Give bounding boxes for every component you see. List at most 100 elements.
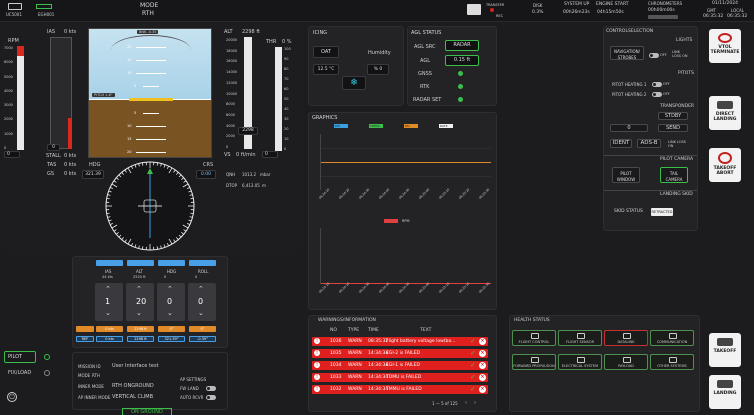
- close-icon[interactable]: ×: [479, 374, 486, 381]
- landing-button[interactable]: LANDING: [709, 375, 741, 409]
- legend-label: PSI: [405, 124, 410, 128]
- humidity-label: Humidity: [368, 50, 391, 56]
- date-value: 01/11/2024: [712, 1, 738, 6]
- tail-camera-button[interactable]: TAIL CAMERA: [660, 167, 688, 183]
- close-icon[interactable]: ×: [479, 350, 486, 357]
- close-icon[interactable]: ×: [479, 362, 486, 369]
- tab-control[interactable]: CONTROL: [606, 29, 628, 34]
- direct-landing-button[interactable]: DIRECT LANDING: [709, 96, 741, 130]
- manual-ref-left: REF: [76, 336, 94, 342]
- system-up-label: SYSTEM UP: [564, 2, 590, 7]
- vtol-terminate-button[interactable]: VTOL TERMINATE: [709, 29, 741, 63]
- snowflake-icon[interactable]: ❄: [342, 76, 366, 90]
- pitch-line: [143, 86, 159, 87]
- warning-row[interactable]: ! 1036 WARN 08:35:32 Flight battery voltage …: [312, 337, 488, 346]
- check-icon[interactable]: ✓: [470, 373, 476, 381]
- chevron-down-icon[interactable]: ⌄: [198, 309, 204, 317]
- pitch-line: [143, 113, 159, 114]
- dtop-value: 6,413.05: [242, 183, 260, 188]
- pilot-window-button[interactable]: PILOT WINDOW: [612, 167, 640, 183]
- pitot2-toggle[interactable]: [652, 92, 662, 97]
- warnings-title: WARNINGS/INFORMATION: [318, 318, 376, 323]
- ias-value-box: 0: [47, 144, 60, 151]
- attitude-indicator: 20 15 10 5 5 10 15 20 BNK -0.35 PITCH 1.6°: [88, 28, 212, 158]
- pagination-next-icon[interactable]: ›: [474, 400, 476, 406]
- mission-mode-value: RTH: [92, 373, 100, 378]
- chevron-up-icon[interactable]: ⌃: [198, 285, 204, 293]
- manual-header-label: IAS: [105, 269, 112, 274]
- chevron-up-icon[interactable]: ⌃: [167, 285, 173, 293]
- squawk-input[interactable]: 0: [610, 124, 648, 132]
- chevron-up-icon[interactable]: ⌃: [105, 285, 111, 293]
- takeoff-button[interactable]: TAKEOFF: [709, 333, 741, 367]
- send-button[interactable]: SEND: [658, 124, 688, 132]
- health-item[interactable]: DATALINK: [604, 330, 648, 346]
- manual-stepper[interactable]: ⌃ 0 ⌄: [157, 283, 185, 321]
- chrono-controls[interactable]: [648, 15, 678, 19]
- compass-tick: [106, 197, 110, 200]
- stall-label: STALL: [46, 153, 61, 159]
- crs-value-box[interactable]: 0.00: [196, 170, 216, 179]
- manual-stepper[interactable]: ⌃ 0 ⌄: [188, 283, 216, 321]
- health-item[interactable]: PAYLOAD: [604, 354, 648, 370]
- on-ground-label: ON GROUND: [131, 409, 163, 415]
- ident-button[interactable]: IDENT: [610, 139, 632, 148]
- warning-row[interactable]: ! 1034 WARN 14:34:34 EGI-1 is FAILED ✓ ×: [312, 361, 488, 370]
- chevron-up-icon[interactable]: ⌃: [136, 285, 142, 293]
- health-item[interactable]: FLIGHT CONTROL: [512, 330, 556, 346]
- engine-start-value: 04h15m50s: [597, 10, 624, 15]
- auto-rcvr-toggle[interactable]: [206, 395, 216, 400]
- nav-strobes-button[interactable]: NAVIGATION/ STROBES: [610, 46, 644, 60]
- check-icon[interactable]: ✓: [470, 361, 476, 369]
- tas-value: 0 kts: [64, 162, 77, 168]
- manual-stepper[interactable]: ⌃ 20 ⌄: [126, 283, 154, 321]
- compass-tick: [156, 246, 159, 250]
- adsb-button[interactable]: ADS-B: [637, 139, 661, 148]
- close-icon[interactable]: ×: [479, 386, 486, 393]
- rec-indicator[interactable]: [490, 8, 494, 12]
- tab-selection[interactable]: SELECTION: [628, 29, 653, 34]
- tape-tick-label: 6000: [4, 60, 13, 65]
- chevron-down-icon[interactable]: ⌄: [167, 309, 173, 317]
- fw-land-toggle[interactable]: [206, 386, 216, 391]
- warning-row[interactable]: ! 1033 WARN 14:34:34 TDMU is FAILED ✓ ×: [312, 373, 488, 382]
- health-item[interactable]: ELECTRICAL SYSTEM: [558, 354, 602, 370]
- fixload-label[interactable]: FIX/LOAD: [8, 370, 31, 376]
- check-icon[interactable]: ✓: [470, 349, 476, 357]
- nav-strobes-toggle[interactable]: [649, 53, 659, 58]
- health-item-label: PAYLOAD: [618, 364, 634, 368]
- agl-src-label: AGL SRC: [414, 44, 436, 50]
- check-icon[interactable]: ✓: [470, 385, 476, 393]
- chevron-down-icon[interactable]: ⌄: [136, 309, 142, 317]
- pilot-mode-button[interactable]: PILOT: [4, 351, 36, 363]
- health-icon: [577, 357, 585, 363]
- stall-value: 0 kts: [64, 153, 77, 159]
- gmt-label: GMT: [707, 8, 716, 13]
- pitot1-toggle[interactable]: [652, 82, 662, 87]
- takeoff-abort-button[interactable]: TAKEOFF ABORT: [709, 148, 741, 182]
- tape-tick-label: 2000: [4, 117, 13, 122]
- agl-src-select[interactable]: RADAR: [445, 40, 479, 51]
- health-item[interactable]: FLIGHT SENSOR: [558, 330, 602, 346]
- ground: [89, 99, 211, 157]
- warning-type: WARN: [348, 363, 362, 368]
- warning-row[interactable]: ! 1032 WARN 14:34:34 TMMU is FAILED ✓ ×: [312, 385, 488, 394]
- stdby-label: STDBY: [664, 113, 682, 119]
- nav-strobes-label: NAVIGATION/ STROBES: [613, 49, 641, 60]
- manual-stepper[interactable]: ⌃ 1 ⌄: [95, 283, 123, 321]
- health-item[interactable]: COMMUNICATION: [650, 330, 694, 346]
- warning-row[interactable]: ! 1035 WARN 14:34:34 EGI-2 is FAILED ✓ ×: [312, 349, 488, 358]
- stdby-select[interactable]: STDBY: [658, 112, 688, 120]
- alt-label: ALT: [224, 29, 233, 35]
- close-icon[interactable]: ×: [479, 338, 486, 345]
- check-icon[interactable]: ✓: [470, 337, 476, 345]
- health-item[interactable]: OTHER SYSTEMS: [650, 354, 694, 370]
- power-icon[interactable]: ⏻: [7, 392, 17, 402]
- fixload-dot[interactable]: [44, 370, 50, 376]
- pagination-prev-icon[interactable]: ‹: [465, 400, 467, 406]
- health-item[interactable]: FORWARD PROPULSION: [512, 354, 556, 370]
- chevron-down-icon[interactable]: ⌄: [105, 309, 111, 317]
- health-item-label: DATALINK: [617, 340, 635, 344]
- thr-value-box: 0: [262, 151, 278, 158]
- transfer-button[interactable]: [467, 4, 481, 15]
